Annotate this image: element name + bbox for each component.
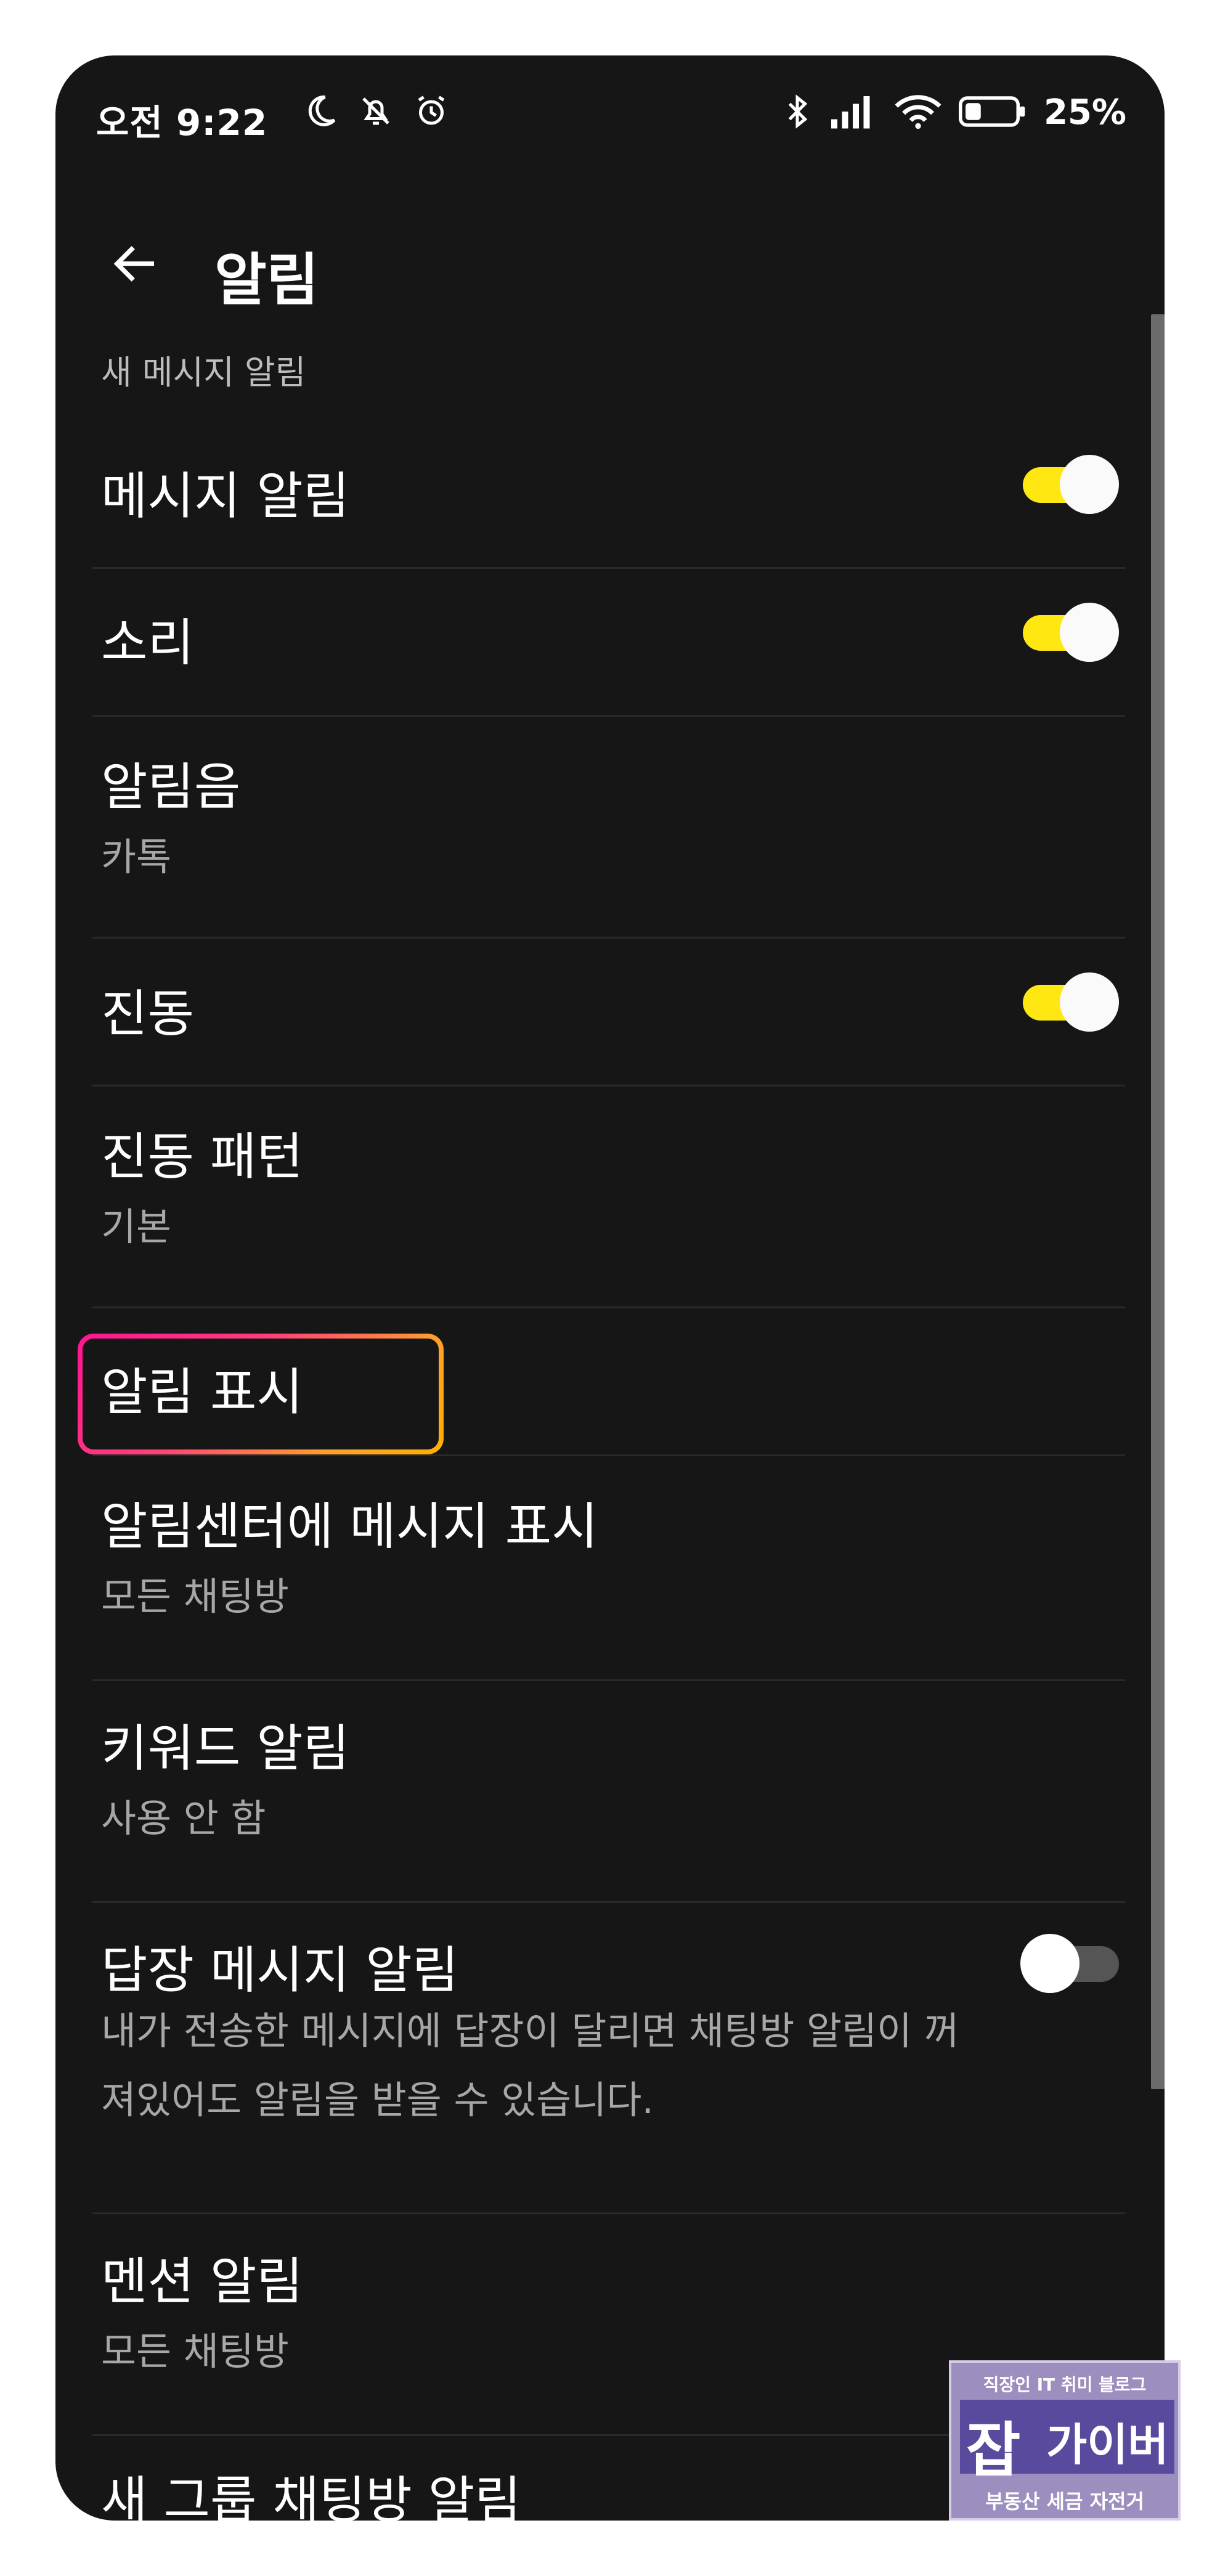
row-value: 사용 안 함 — [101, 1796, 266, 1841]
watermark-badge: 잡 — [966, 2416, 1021, 2485]
toggle-knob — [1060, 603, 1119, 662]
row-value: 모든 채팅방 — [101, 2329, 289, 2374]
divider — [92, 567, 1125, 569]
row-vibration[interactable]: 진동 — [101, 968, 1119, 1048]
row-center-display[interactable]: 알림센터에 메시지 표시 모든 채팅방 — [101, 1485, 1119, 1645]
row-value: 기본 — [101, 1204, 172, 1249]
description-line: 내가 전송한 메시지에 답장이 달리면 채팅방 알림이 꺼 — [101, 2008, 959, 2053]
divider — [92, 1679, 1125, 1681]
toggle-knob — [1060, 972, 1119, 1032]
divider — [92, 1306, 1125, 1308]
muted-bell-icon — [357, 92, 394, 132]
row-keyword-alert[interactable]: 키워드 알림 사용 안 함 — [101, 1707, 1119, 1867]
row-vibration-pattern[interactable]: 진동 패턴 기본 — [101, 1115, 1119, 1276]
row-title: 알림센터에 메시지 표시 — [101, 1498, 598, 1556]
phone-screen: 오전 9:22 25% 알림 새 메시지 알림 메시지 알림 소리 알림음 카톡… — [55, 55, 1165, 2521]
row-title: 멘션 알림 — [101, 2252, 303, 2311]
row-value: 모든 채팅방 — [101, 1574, 289, 1619]
status-icons-left — [302, 92, 450, 132]
back-button[interactable] — [99, 228, 173, 302]
row-title: 알림 표시 — [101, 1363, 303, 1422]
watermark-logo: 직장인 IT 취미 블로그 잡 가이버 부동산 세금 자전거 — [949, 2360, 1181, 2521]
section-header: 새 메시지 알림 — [101, 353, 306, 392]
row-value: 카톡 — [101, 834, 172, 879]
row-notification-display[interactable]: 알림 표시 — [101, 1343, 1119, 1424]
row-title: 답장 메시지 알림 — [101, 1941, 459, 2000]
status-bar: 오전 9:22 25% — [55, 55, 1165, 179]
toggle-knob — [1020, 1934, 1080, 1993]
vibration-toggle[interactable] — [1020, 968, 1119, 1032]
status-time: 오전 9:22 — [96, 102, 268, 144]
status-icons-right: 25% — [784, 92, 1126, 132]
row-message-alert[interactable]: 메시지 알림 — [101, 450, 1119, 530]
row-title: 키워드 알림 — [101, 1719, 350, 1778]
row-title: 소리 — [101, 614, 194, 672]
wifi-icon — [895, 93, 941, 132]
toggle-knob — [1060, 455, 1119, 514]
divider — [92, 1454, 1125, 1456]
arrow-left-icon — [108, 236, 163, 294]
row-title: 새 그룹 채팅방 알림 — [101, 2471, 521, 2521]
alarm-clock-icon — [413, 92, 450, 132]
sound-toggle[interactable] — [1020, 598, 1119, 662]
battery-percent: 25% — [1043, 92, 1126, 132]
row-title: 메시지 알림 — [101, 467, 350, 526]
watermark-banner: 잡 가이버 — [960, 2400, 1174, 2485]
row-reply-alert[interactable]: 답장 메시지 알림 내가 전송한 메시지에 답장이 달리면 채팅방 알림이 꺼 … — [101, 1929, 1119, 2188]
row-title: 진동 패턴 — [101, 1128, 303, 1186]
app-bar: 알림 — [55, 210, 1165, 313]
message-alert-toggle[interactable] — [1020, 450, 1119, 514]
divider — [92, 715, 1125, 717]
divider — [92, 937, 1125, 939]
signal-icon — [828, 94, 877, 131]
scrollbar[interactable] — [1151, 314, 1165, 2089]
description-line: 져있어도 알림을 받을 수 있습니다. — [101, 2077, 654, 2122]
row-title: 알림음 — [101, 758, 241, 817]
row-description: 내가 전송한 메시지에 답장이 달리면 채팅방 알림이 꺼 져있어도 알림을 받… — [101, 1997, 1112, 2135]
moon-icon — [302, 92, 339, 132]
divider — [92, 1085, 1125, 1086]
row-title: 진동 — [101, 985, 194, 1043]
battery-icon — [958, 94, 1027, 131]
row-ringtone[interactable]: 알림음 카톡 — [101, 746, 1119, 906]
bluetooth-icon — [784, 93, 811, 132]
row-sound[interactable]: 소리 — [101, 598, 1119, 678]
watermark-title: 가이버 — [1046, 2419, 1169, 2471]
divider — [92, 2212, 1125, 2214]
divider — [92, 1901, 1125, 1903]
watermark-top-text: 직장인 IT 취미 블로그 — [983, 2374, 1147, 2395]
page-title: 알림 — [214, 247, 319, 313]
reply-alert-toggle[interactable] — [1020, 1929, 1119, 1993]
watermark-bottom-text: 부동산 세금 자전거 — [985, 2490, 1144, 2513]
